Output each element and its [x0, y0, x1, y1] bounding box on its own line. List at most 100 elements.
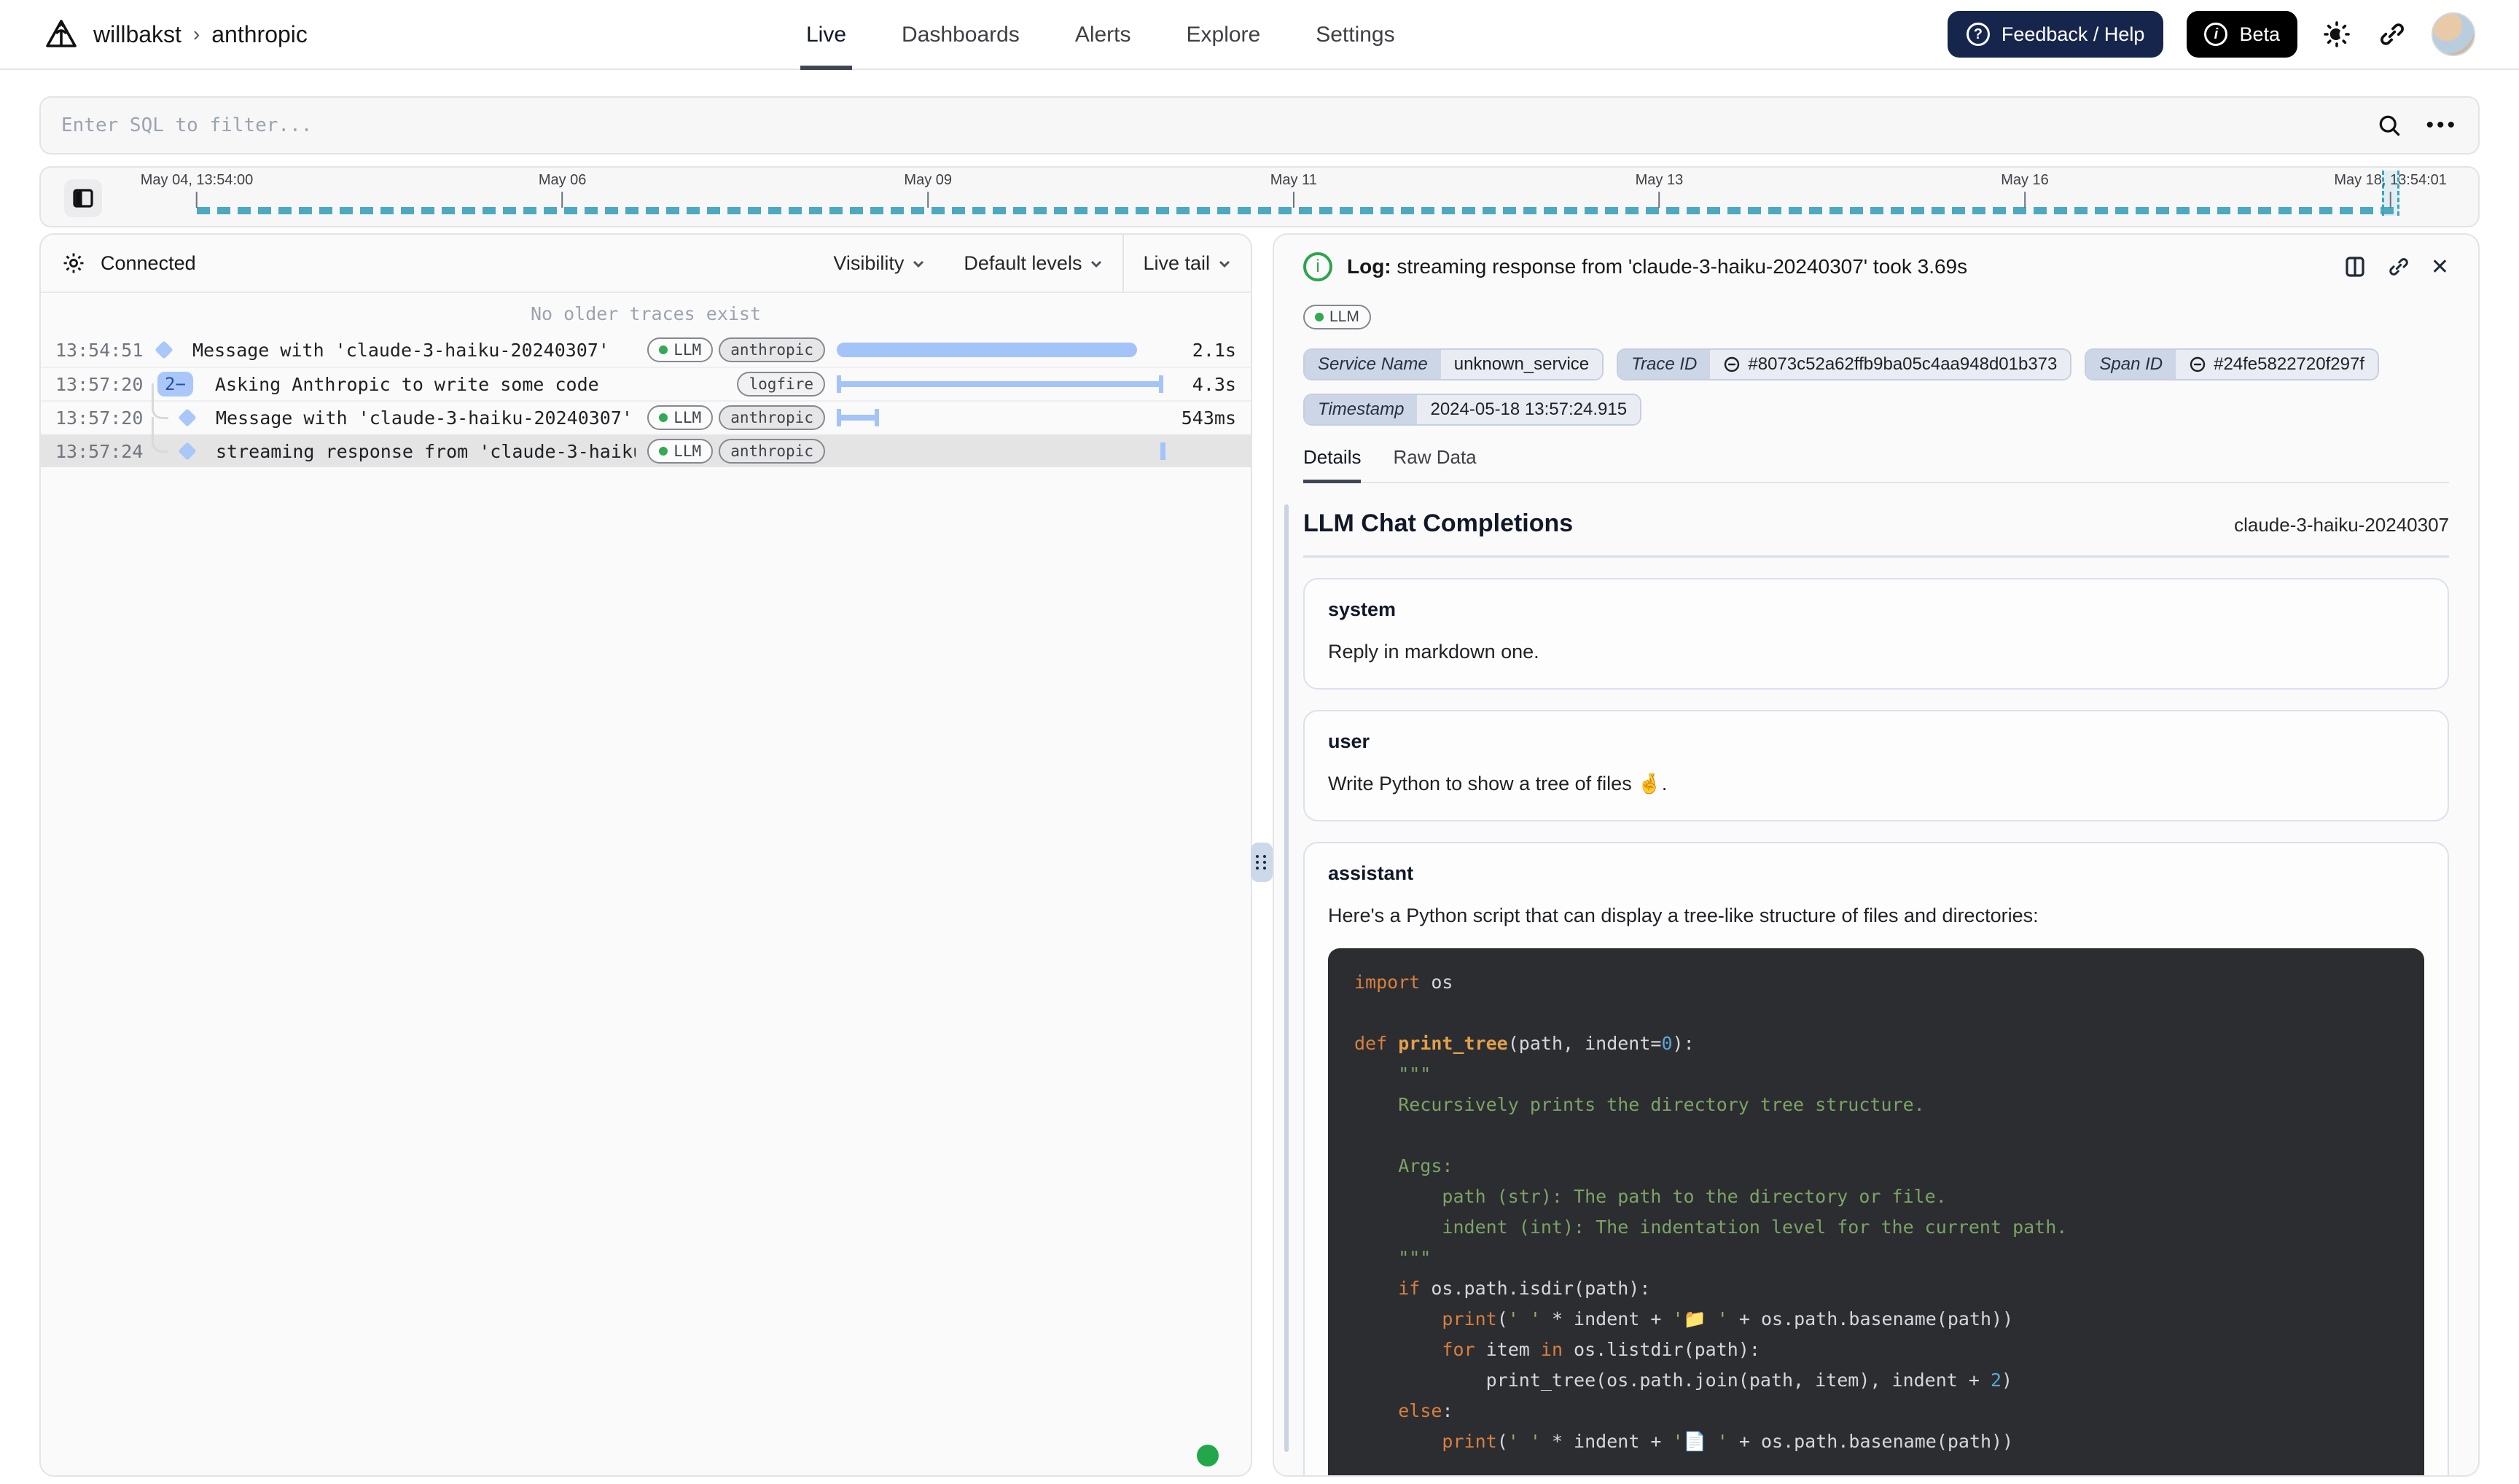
message-card-system: system Reply in markdown one. [1303, 578, 2449, 690]
nav-tab-explore[interactable]: Explore [1187, 0, 1261, 70]
log-detail-panel: i Log: streaming response from 'claude-3… [1273, 233, 2480, 1477]
attribute-service-name: Service Nameunknown_service [1303, 348, 1604, 380]
breadcrumb-separator: › [193, 23, 200, 46]
nav-tab-alerts[interactable]: Alerts [1075, 0, 1131, 70]
trace-rows: 13:54:51 Message with 'claude-3-haiku-202… [41, 333, 1251, 467]
trace-duration: 2.1s [1163, 340, 1236, 361]
code-block: import os def print_tree(path, indent=0)… [1328, 948, 2424, 1477]
message-role: system [1328, 598, 2424, 621]
close-icon[interactable]: ✕ [2431, 254, 2449, 280]
timeline-tick: May 16 [2001, 172, 2049, 208]
timeline-tick: May 04, 13:54:00 [141, 172, 254, 208]
duration-bar-area [837, 340, 1163, 360]
duration-bar [837, 381, 1163, 387]
message-text: Write Python to show a tree of files 🤞. [1328, 770, 2424, 798]
copy-link-icon[interactable] [2387, 255, 2410, 278]
sql-filter-bar: ••• [39, 96, 2480, 155]
trace-time: 13:54:51 [55, 340, 146, 361]
message-role: user [1328, 730, 2424, 753]
duration-bar-area [837, 407, 1163, 428]
tag-pill-llm: LLM [647, 337, 713, 362]
duration-bar [837, 415, 879, 421]
connection-status: Connected [101, 252, 196, 275]
detail-tab-raw-data[interactable]: Raw Data [1393, 446, 1476, 482]
drag-dots-icon [1256, 855, 1268, 870]
detail-tabs: Details Raw Data [1303, 446, 2449, 483]
trace-duration: 543ms [1163, 407, 1236, 429]
duration-bar [1160, 442, 1165, 460]
llm-tag-pill: LLM [1303, 305, 1371, 329]
log-attributes: Service Nameunknown_service Trace ID#8073… [1303, 348, 2449, 426]
info-icon: i [2204, 23, 2227, 46]
trace-row[interactable]: 13:54:51 Message with 'claude-3-haiku-202… [41, 333, 1251, 367]
breadcrumb: willbakst › anthropic [44, 17, 308, 52]
share-link-icon[interactable] [2376, 18, 2408, 50]
trace-row[interactable]: 13:57:202−Asking Anthropic to write some… [41, 367, 1251, 400]
duration-bar-area [837, 374, 1163, 394]
detail-tab-details[interactable]: Details [1303, 446, 1361, 482]
timeline-panel: May 04, 13:54:00 May 06 May 09 May 11 May 13… [39, 166, 2480, 227]
trace-row[interactable]: 13:57:20 Message with 'claude-3-haiku-202… [41, 400, 1251, 434]
sql-filter-input[interactable] [61, 114, 2376, 136]
nav-tab-settings[interactable]: Settings [1316, 0, 1394, 70]
trace-list-controls: VisibilityDefault levelsLive tail [814, 235, 1251, 292]
timeline-tick: May 18, 13:54:01 [2334, 172, 2447, 208]
search-icon[interactable] [2376, 112, 2402, 138]
theme-toggle-icon[interactable] [2321, 18, 2353, 50]
attribute-trace-id[interactable]: Trace ID#8073c52a62ffb9ba05c4aa948d01b37… [1617, 348, 2071, 380]
split-view-icon[interactable] [2343, 255, 2367, 278]
timeline-tick: May 13 [1636, 172, 1684, 208]
timeline-tick: May 06 [539, 172, 587, 208]
panel-resize-handle[interactable] [1251, 843, 1273, 882]
logfire-logo-icon[interactable] [44, 17, 79, 52]
section-divider [1303, 555, 2449, 558]
message-card-user: user Write Python to show a tree of files… [1303, 710, 2449, 821]
timeline-dashed-line [197, 207, 2400, 214]
message-role: assistant [1328, 862, 2424, 885]
section-title: LLM Chat Completions [1303, 509, 1573, 538]
attribute-timestamp: Timestamp2024-05-18 13:57:24.915 [1303, 394, 1641, 426]
trace-time: 13:57:20 [55, 407, 146, 429]
message-card-assistant: assistant Here's a Python script that can… [1303, 842, 2449, 1477]
tag-pill-llm: LLM [647, 405, 713, 430]
span-diamond-icon [155, 340, 173, 359]
breadcrumb-project[interactable]: anthropic [211, 21, 308, 48]
control-default-levels[interactable]: Default levels [945, 235, 1122, 292]
attribute-span-id[interactable]: Span ID#24fe5822720f297f [2085, 348, 2379, 380]
question-icon: ? [1967, 23, 1990, 46]
span-diamond-icon [178, 442, 196, 460]
control-live-tail[interactable]: Live tail [1124, 235, 1251, 292]
nav-tabs: Live Dashboards Alerts Explore Settings [806, 0, 1395, 70]
trace-label: Message with 'claude-3-haiku-20240307' [192, 340, 636, 361]
user-avatar[interactable] [2432, 12, 2475, 56]
more-options-icon[interactable]: ••• [2426, 118, 2458, 133]
feedback-help-button[interactable]: ? Feedback / Help [1948, 11, 2164, 58]
message-text: Here's a Python script that can display … [1328, 902, 2424, 930]
duration-bar [837, 343, 1137, 357]
live-tail-indicator [1197, 1445, 1219, 1467]
tag-pill-anthropic: anthropic [719, 405, 825, 430]
trace-label: Message with 'claude-3-haiku-20240307' [216, 407, 636, 429]
breadcrumb-org[interactable]: willbakst [93, 21, 181, 48]
nav-tab-dashboards[interactable]: Dashboards [902, 0, 1020, 70]
tag-pill-logfire: logfire [737, 372, 825, 397]
beta-button[interactable]: i Beta [2187, 11, 2297, 58]
timeline-track[interactable]: May 04, 13:54:00 May 06 May 09 May 11 May 13… [41, 168, 2478, 226]
nav-tab-live[interactable]: Live [806, 0, 846, 70]
trace-label: Asking Anthropic to write some code [215, 374, 726, 395]
control-visibility[interactable]: Visibility [814, 235, 945, 292]
timeline-tick: May 09 [904, 172, 952, 208]
trace-row[interactable]: 13:57:24streaming response from 'claude-… [41, 434, 1251, 467]
log-title: Log: streaming response from 'claude-3-h… [1347, 255, 1967, 278]
tag-pill-anthropic: anthropic [719, 337, 825, 362]
green-dot-icon [1315, 313, 1324, 321]
trace-duration: 4.3s [1163, 374, 1236, 395]
timeline-tick: May 11 [1270, 172, 1317, 208]
message-text: Reply in markdown one. [1328, 638, 2424, 666]
chat-messages: system Reply in markdown one. user Write Py… [1303, 578, 2449, 1477]
log-level-info-icon: i [1303, 252, 1332, 281]
trace-time: 13:57:20 [55, 374, 146, 395]
detail-scrollbar[interactable] [1284, 504, 1289, 1452]
settings-gear-icon[interactable] [61, 251, 86, 276]
tag-pill-anthropic: anthropic [719, 439, 825, 464]
